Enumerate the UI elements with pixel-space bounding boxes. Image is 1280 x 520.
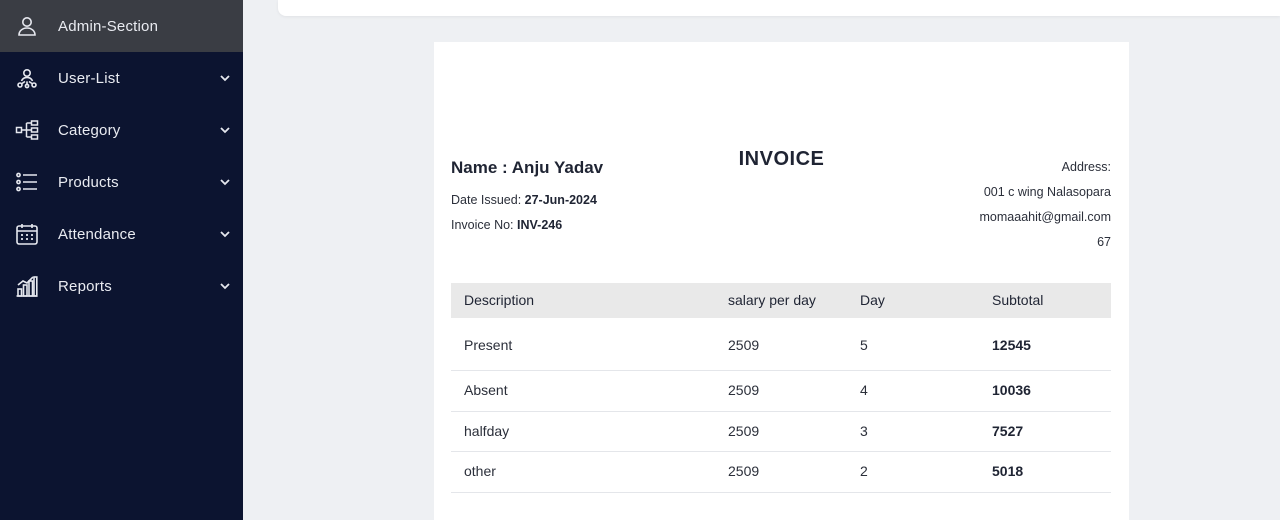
address-line: 001 c wing Nalasopara (983, 185, 1111, 199)
row-day: 3 (860, 422, 868, 439)
sidebar-item-user-list[interactable]: User-List (0, 52, 243, 104)
row-salary: 2509 (728, 422, 760, 439)
sidebar-item-label: User-List (58, 69, 120, 87)
address-email: momaaahit@gmail.com (979, 210, 1111, 224)
user-icon (15, 14, 39, 38)
user-network-icon (15, 66, 39, 90)
row-subtotal: 12545 (992, 337, 1031, 353)
invoice-table: Description salary per day Day Subtotal … (451, 283, 1111, 493)
chevron-down-icon[interactable] (218, 175, 232, 189)
table-row: Absent 2509 4 10036 (451, 371, 1111, 412)
employee-name: Name : Anju Yadav (451, 158, 604, 177)
header-day: Day (860, 292, 885, 308)
sidebar-item-admin-section[interactable]: Admin-Section (0, 0, 243, 52)
date-issued-label: Date Issued: (451, 193, 525, 207)
row-subtotal: 5018 (992, 463, 1024, 479)
date-issued-value: 27-Jun-2024 (524, 193, 597, 207)
invoice-card: INVOICE Name : Anju Yadav Date Issued: 2… (434, 42, 1129, 520)
table-row: Present 2509 5 12545 (451, 318, 1111, 371)
sidebar-item-label: Category (58, 121, 121, 139)
chevron-down-icon[interactable] (218, 279, 232, 293)
sidebar-item-products[interactable]: Products (0, 156, 243, 208)
sidebar-item-attendance[interactable]: Attendance (0, 208, 243, 260)
date-issued: Date Issued: 27-Jun-2024 (451, 193, 597, 207)
sidebar-item-category[interactable]: Category (0, 104, 243, 156)
top-header-bar (278, 0, 1280, 16)
row-salary: 2509 (728, 463, 760, 479)
table-row: other 2509 2 5018 (451, 452, 1111, 493)
address-extra: 67 (1097, 235, 1111, 249)
table-row: halfday 2509 3 7527 (451, 412, 1111, 452)
row-description: other (464, 463, 496, 479)
row-subtotal: 10036 (992, 382, 1031, 398)
row-day: 4 (860, 382, 868, 398)
address-label: Address: (1061, 160, 1111, 174)
tree-structure-icon (15, 118, 39, 142)
row-description: Present (464, 337, 513, 353)
row-description: Absent (464, 382, 508, 398)
sidebar-item-label: Attendance (58, 225, 136, 243)
calendar-icon (15, 222, 39, 246)
sidebar-item-reports[interactable]: Reports (0, 260, 243, 312)
header-description: Description (464, 292, 535, 308)
header-subtotal: Subtotal (992, 292, 1044, 308)
invoice-number-label: Invoice No: (451, 218, 518, 232)
sidebar: Admin-Section User-List Category Product… (0, 0, 243, 520)
row-description: halfday (464, 422, 510, 439)
table-header: Description salary per day Day Subtotal (451, 283, 1111, 318)
row-day: 5 (860, 337, 868, 353)
bar-chart-icon (15, 274, 39, 298)
chevron-down-icon[interactable] (218, 227, 232, 241)
invoice-number-value: INV-246 (517, 218, 563, 232)
sidebar-item-label: Admin-Section (58, 17, 159, 35)
header-salary-per-day: salary per day (728, 292, 816, 308)
row-day: 2 (860, 463, 868, 479)
row-salary: 2509 (728, 382, 760, 398)
list-icon (15, 170, 39, 194)
row-salary: 2509 (728, 337, 760, 353)
row-subtotal: 7527 (992, 422, 1024, 439)
sidebar-item-label: Products (58, 173, 119, 191)
chevron-down-icon[interactable] (218, 71, 232, 85)
chevron-down-icon[interactable] (218, 123, 232, 137)
invoice-number: Invoice No: INV-246 (451, 218, 562, 232)
sidebar-item-label: Reports (58, 277, 112, 295)
